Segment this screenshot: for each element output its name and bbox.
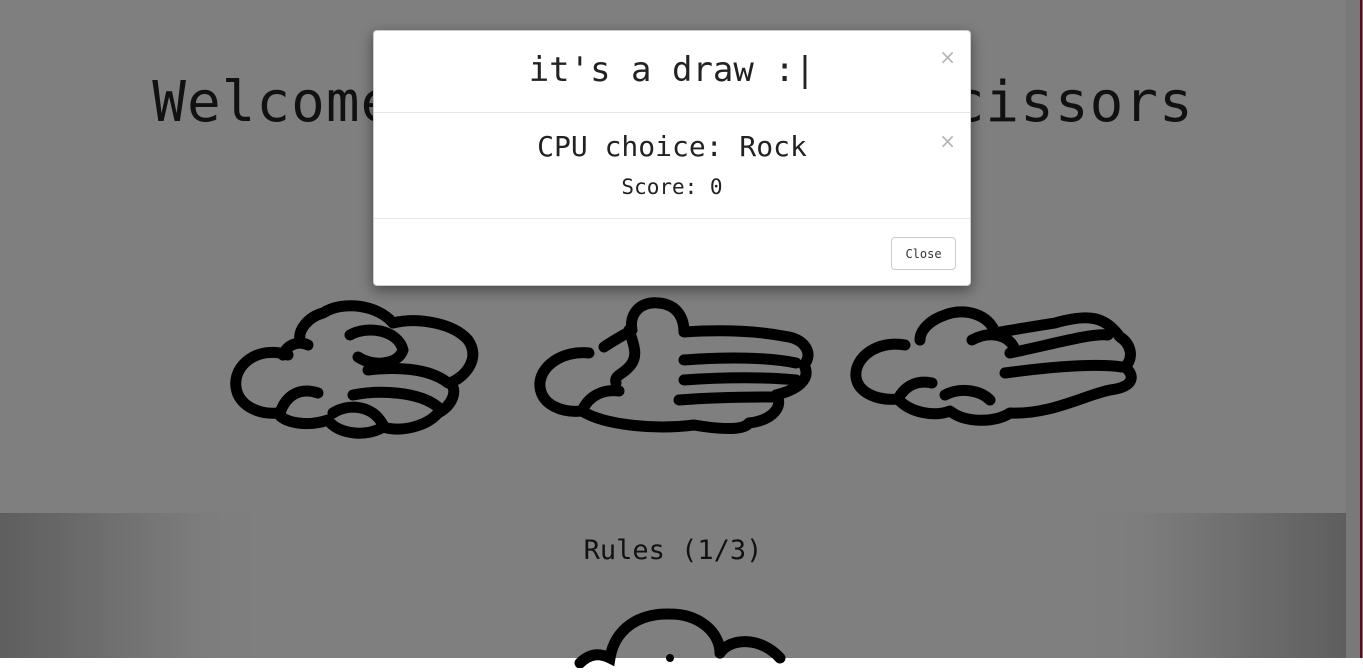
- score-text: Score: 0: [621, 175, 723, 199]
- cpu-choice-text: CPU choice: Rock: [537, 130, 807, 163]
- header-close-icon[interactable]: ×: [939, 47, 956, 67]
- close-button[interactable]: Close: [891, 237, 956, 270]
- modal-body: CPU choice: Rock Score: 0 ×: [374, 113, 970, 219]
- result-title: it's a draw :|: [528, 50, 816, 90]
- result-modal: it's a draw :| × CPU choice: Rock Score:…: [373, 30, 971, 286]
- modal-header: it's a draw :| ×: [374, 31, 970, 113]
- body-close-icon[interactable]: ×: [939, 131, 956, 151]
